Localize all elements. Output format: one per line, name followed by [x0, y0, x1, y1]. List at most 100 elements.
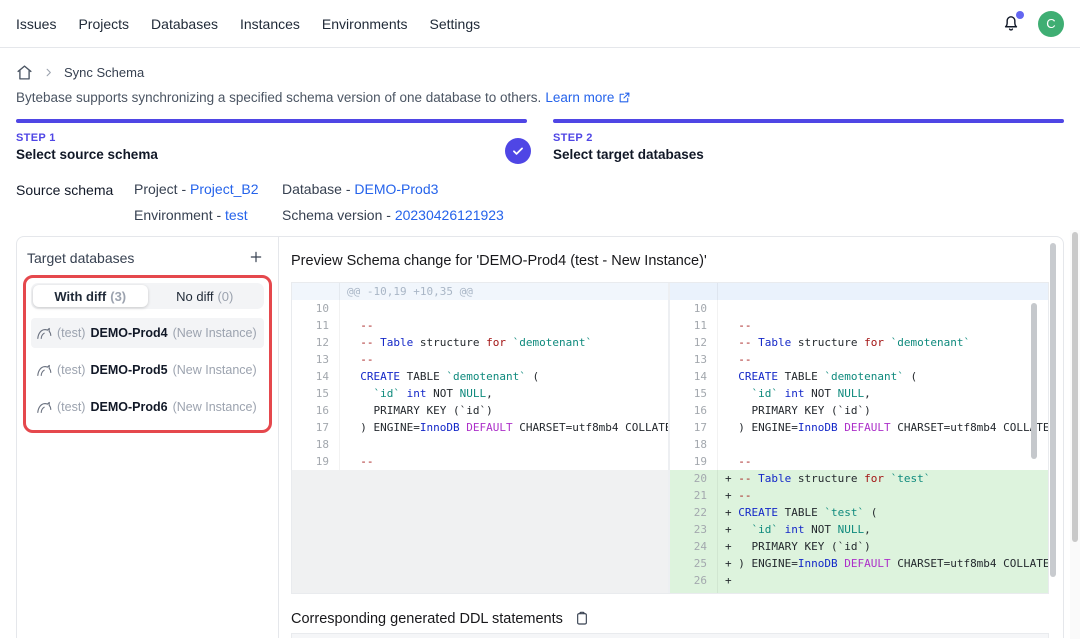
- line-content: + `id` int NOT NULL,: [718, 521, 1048, 538]
- tab-with-diff[interactable]: With diff (3): [33, 285, 148, 307]
- page-scrollbar-thumb[interactable]: [1072, 232, 1078, 542]
- source-field-schema-version: Schema version - 20230426121923: [282, 207, 504, 223]
- code-token: DEFAULT: [466, 421, 512, 434]
- code-token: ) ENGINE=: [738, 557, 798, 570]
- nav-item-environments[interactable]: Environments: [322, 16, 408, 32]
- add-target-database-button[interactable]: [244, 246, 268, 270]
- code-token: structure: [791, 472, 864, 485]
- line-content: ) ENGINE=InnoDB DEFAULT CHARSET=utf8mb4 …: [718, 419, 1048, 436]
- ddl-statements-header: Corresponding generated DDL statements: [291, 610, 1049, 628]
- code-token: PRIMARY KEY (`id`): [738, 540, 870, 553]
- line-number: 10: [292, 300, 340, 317]
- line-number-gutter: [292, 283, 340, 300]
- code-token: `demotenant`: [891, 336, 970, 349]
- diff-vertical-scrollbar[interactable]: [1031, 303, 1037, 459]
- code-token: PRIMARY KEY (`id`): [738, 404, 870, 417]
- tab-no-diff-label: No diff: [176, 289, 213, 304]
- step-2-label: STEP 2: [553, 132, 1064, 144]
- mysql-icon: [36, 325, 52, 341]
- field-label: Schema version -: [282, 207, 395, 223]
- nav-item-issues[interactable]: Issues: [16, 16, 56, 32]
- target-database-item[interactable]: (test)DEMO-Prod4(New Instance): [31, 318, 264, 348]
- diff-line-prefix: +: [725, 574, 738, 587]
- diff-line-prefix: [725, 353, 738, 366]
- diff-line-prefix: +: [725, 489, 738, 502]
- line-number: 11: [292, 317, 340, 334]
- code-token: Table: [380, 336, 413, 349]
- code-token: (: [864, 506, 877, 519]
- copy-ddl-button[interactable]: [573, 610, 591, 628]
- line-content: --: [340, 351, 668, 368]
- line-number: 21: [670, 487, 718, 504]
- hunk-header-text: [718, 283, 1048, 300]
- nav-item-projects[interactable]: Projects: [78, 16, 129, 32]
- code-token: --: [738, 591, 751, 593]
- line-content: --: [718, 317, 1048, 334]
- code-token: NOT: [805, 523, 838, 536]
- diff-line: 14 CREATE TABLE `demotenant` (: [670, 368, 1048, 385]
- preview-panel-scrollbar[interactable]: [1050, 243, 1056, 577]
- code-token: --: [360, 336, 380, 349]
- nav-item-instances[interactable]: Instances: [240, 16, 300, 32]
- line-number: 19: [670, 453, 718, 470]
- code-token: --: [360, 353, 373, 366]
- diff-line: 26+: [670, 572, 1048, 589]
- line-number: 25: [670, 555, 718, 572]
- diff-line: 19 --: [670, 453, 1048, 470]
- line-number: 20: [670, 470, 718, 487]
- tab-with-diff-label: With diff: [54, 289, 106, 304]
- code-token: NOT: [805, 387, 838, 400]
- code-token: `test`: [891, 472, 931, 485]
- avatar[interactable]: C: [1038, 11, 1064, 37]
- diff-line: 10: [292, 300, 668, 317]
- hunk-header-text: @@ -10,19 +10,35 @@: [340, 283, 668, 300]
- code-token: [738, 523, 751, 536]
- code-token: TABLE: [778, 506, 824, 519]
- nav-item-databases[interactable]: Databases: [151, 16, 218, 32]
- code-token: TABLE: [778, 370, 824, 383]
- diff-line: 16 PRIMARY KEY (`id`): [292, 402, 668, 419]
- line-content: -- Table structure for `demotenant`: [718, 334, 1048, 351]
- diff-line: 21+ --: [670, 487, 1048, 504]
- preview-panel: Preview Schema change for 'DEMO-Prod4 (t…: [279, 237, 1063, 638]
- line-content: + PRIMARY KEY (`id`): [718, 538, 1048, 555]
- line-content: --: [340, 317, 668, 334]
- notification-bell-button[interactable]: [1000, 13, 1022, 35]
- line-content: CREATE TABLE `demotenant` (: [718, 368, 1048, 385]
- line-content: [340, 436, 668, 453]
- line-number: 15: [292, 385, 340, 402]
- diff-line-prefix: [725, 370, 738, 383]
- diff-line-prefix: [725, 302, 738, 315]
- page-body: Sync Schema Bytebase supports synchroniz…: [0, 64, 1080, 638]
- step-1-label: STEP 1: [16, 132, 527, 144]
- target-panel-title: Target databases: [27, 250, 134, 266]
- line-number: 23: [670, 521, 718, 538]
- tab-no-diff[interactable]: No diff (0): [148, 285, 263, 307]
- field-value-link[interactable]: 20230426121923: [395, 207, 504, 223]
- diff-line: 15 `id` int NOT NULL,: [292, 385, 668, 402]
- home-icon[interactable]: [16, 64, 33, 81]
- code-token: for: [864, 336, 884, 349]
- line-content: --: [718, 453, 1048, 470]
- target-database-item[interactable]: (test)DEMO-Prod5(New Instance): [31, 355, 264, 385]
- steps: STEP 1 Select source schema STEP 2 Selec…: [16, 119, 1064, 162]
- diff-line-prefix: +: [725, 506, 738, 519]
- code-token: NULL: [838, 387, 865, 400]
- learn-more-link[interactable]: Learn more: [545, 90, 614, 105]
- field-value-link[interactable]: test: [225, 207, 248, 223]
- field-value-link[interactable]: DEMO-Prod3: [354, 181, 438, 197]
- line-number: 16: [670, 402, 718, 419]
- code-token: CHARSET=utf8mb4 COLLATE=utf8mb4_general_…: [891, 557, 1048, 570]
- step-2: STEP 2 Select target databases: [553, 119, 1064, 162]
- main-nav: Issues Projects Databases Instances Environm…: [16, 16, 480, 32]
- page-title: Sync Schema: [64, 65, 144, 80]
- line-number: 13: [292, 351, 340, 368]
- diff-line-prefix: [347, 387, 360, 400]
- target-database-item[interactable]: (test)DEMO-Prod6(New Instance): [31, 392, 264, 422]
- nav-item-settings[interactable]: Settings: [430, 16, 481, 32]
- line-content: +: [718, 572, 1048, 589]
- diff-line: 19 --: [292, 453, 668, 470]
- field-value-link[interactable]: Project_B2: [190, 181, 258, 197]
- tab-no-diff-count: (0): [217, 289, 233, 304]
- code-token: for: [486, 336, 506, 349]
